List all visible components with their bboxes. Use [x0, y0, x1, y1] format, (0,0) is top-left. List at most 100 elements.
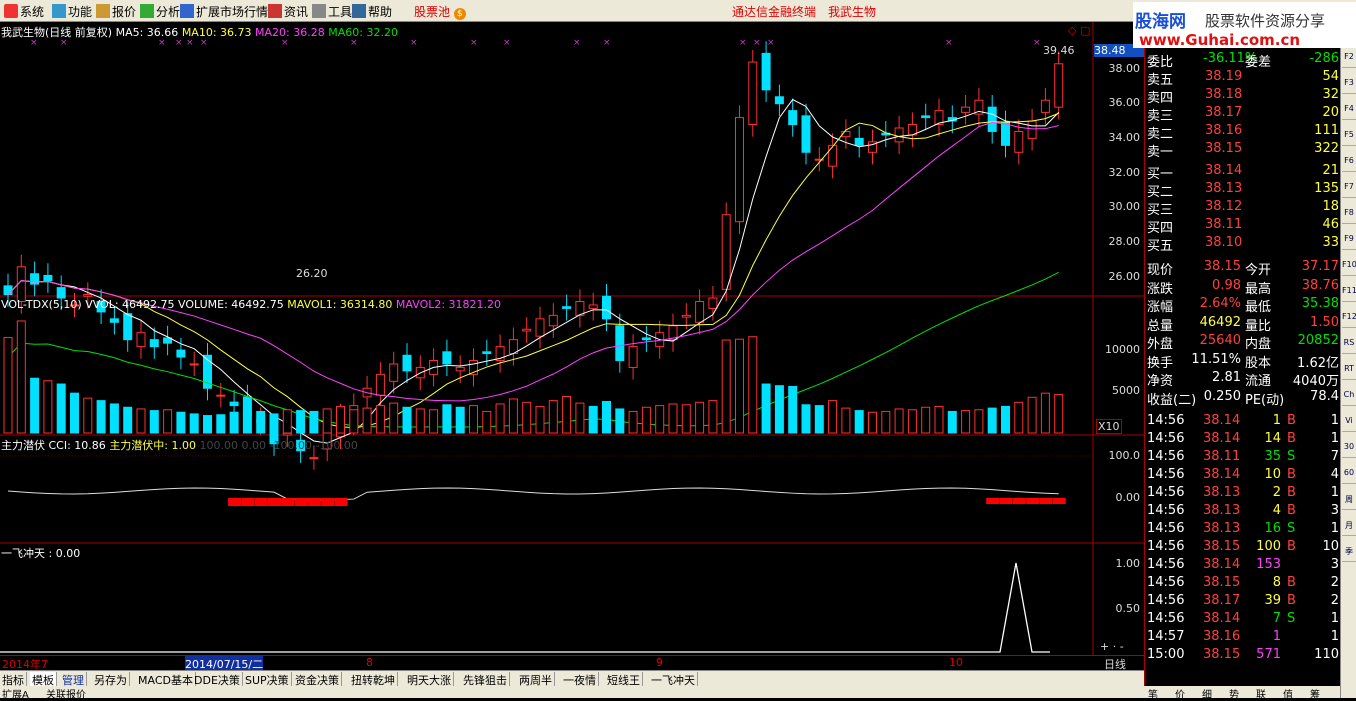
zoom-controls[interactable]: + · - — [1100, 640, 1124, 653]
side-tool-12[interactable]: RS — [1342, 338, 1356, 354]
quote-row[interactable]: 外盘 25640 内盘 20852 — [1145, 332, 1341, 352]
candle-body — [309, 457, 319, 460]
side-tool-16[interactable]: 30 — [1342, 442, 1356, 458]
volume-bar — [894, 408, 904, 434]
volume-bar — [695, 401, 705, 434]
low-price-label: 26.20 — [296, 267, 328, 280]
tick-row[interactable]: 14:56 38.14 7 S 1 — [1145, 610, 1341, 628]
quote-row[interactable]: 总量 46492 量比 1.50 — [1145, 314, 1341, 334]
volume-bar — [774, 385, 784, 434]
analysis-icon — [140, 4, 154, 18]
tick-row[interactable]: 14:56 38.14 10 B 4 — [1145, 466, 1341, 484]
side-tool-1[interactable]: F2 — [1342, 52, 1356, 68]
cci-red-bar — [307, 498, 321, 506]
side-tool-6[interactable]: F7 — [1342, 182, 1356, 198]
side-tool-11[interactable]: F12 — [1342, 312, 1356, 328]
quote-row[interactable]: 涨跌 0.98 最高 38.76 — [1145, 277, 1341, 297]
volume-bar — [788, 386, 798, 434]
ext-a-tab[interactable]: 扩展A — [2, 686, 29, 701]
side-tool-8[interactable]: F9 — [1342, 234, 1356, 250]
side-tool-18[interactable]: 周 — [1342, 494, 1356, 510]
volume-bar — [495, 403, 505, 434]
tick-row[interactable]: 14:56 38.11 35 S 7 — [1145, 448, 1341, 466]
quote-tab[interactable]: 笔 — [1148, 686, 1158, 701]
tick-row[interactable]: 15:00 38.15 571 110 — [1145, 646, 1341, 664]
menu-quote[interactable]: 报价 — [96, 3, 136, 20]
menu-analysis[interactable]: 分析 — [140, 3, 180, 20]
menu-tools[interactable]: 工具 — [312, 3, 352, 20]
volume-bar — [987, 407, 997, 434]
bid-volume: 21 — [1322, 163, 1339, 178]
chart-canvas[interactable]: × × × × × × × × × × × × × × × × × × — [0, 22, 1144, 655]
menu-news[interactable]: 资讯 — [268, 3, 308, 20]
volume-bars — [3, 320, 1064, 434]
tick-row[interactable]: 14:56 38.17 39 B 2 — [1145, 592, 1341, 610]
menu-help[interactable]: 帮助 — [352, 3, 392, 20]
y-tick-30: 30.00 — [1108, 200, 1141, 213]
side-tool-9[interactable]: F10 — [1342, 260, 1356, 276]
quote-row[interactable]: 现价 38.15 今开 37.17 — [1145, 258, 1341, 278]
side-tool-3[interactable]: F4 — [1342, 104, 1356, 120]
candle-body — [748, 61, 758, 126]
candle-body — [681, 314, 691, 318]
signal-marker: × — [945, 38, 953, 48]
tick-row[interactable]: 14:56 38.14 1 B 1 — [1145, 412, 1341, 430]
chart-options-icon[interactable]: ◇ ▢ — [1068, 24, 1090, 37]
ask-row[interactable]: 卖二 38.16 111 — [1145, 122, 1341, 142]
tick-row[interactable]: 14:56 38.13 2 B 1 — [1145, 484, 1341, 502]
menu-stock-pool[interactable]: 股票池 $ — [414, 3, 466, 20]
menu-system[interactable]: 系统 — [4, 3, 44, 20]
side-tool-20[interactable]: 季 — [1342, 546, 1356, 562]
quote-row[interactable]: 涨幅 2.64% 最低 35.38 — [1145, 295, 1341, 315]
tick-row[interactable]: 14:57 38.16 1 1 — [1145, 628, 1341, 646]
bid-row[interactable]: 买四 38.11 46 — [1145, 216, 1341, 236]
bid-row[interactable]: 买二 38.13 135 — [1145, 180, 1341, 200]
side-tool-15[interactable]: Vi — [1342, 416, 1356, 432]
related-quote-button[interactable]: 关联报价 — [46, 686, 86, 701]
side-tool-13[interactable]: RT — [1342, 364, 1356, 380]
quote-tab[interactable]: 值 — [1283, 686, 1293, 701]
ask-row[interactable]: 卖四 38.18 32 — [1145, 86, 1341, 106]
quote-row[interactable]: 换手 11.51% 股本 1.62亿 — [1145, 351, 1341, 371]
tick-row[interactable]: 14:56 38.15 8 B 2 — [1145, 574, 1341, 592]
candle-body — [788, 110, 798, 126]
candle-body — [56, 287, 66, 299]
tick-row[interactable]: 14:56 38.13 16 S 1 — [1145, 520, 1341, 538]
volume-bar — [668, 403, 678, 434]
quote-row[interactable]: 净资 2.81 流通 4040万 — [1145, 369, 1341, 389]
menu-extended-market[interactable]: 扩展市场行情 — [180, 3, 268, 20]
side-tool-17[interactable]: 60 — [1342, 468, 1356, 484]
quote-tab[interactable]: 价 — [1175, 686, 1185, 701]
volume-bar — [30, 377, 40, 434]
bid-row[interactable]: 买一 38.14 21 — [1145, 162, 1341, 182]
volume-bar — [748, 336, 758, 434]
side-tool-10[interactable]: F11 — [1342, 286, 1356, 302]
tick-row[interactable]: 14:56 38.13 4 B 3 — [1145, 502, 1341, 520]
quote-tab[interactable]: 筹 — [1310, 686, 1320, 701]
side-toolbar: F1F2F3F4F5F6F7F8F9F10F11F12RSRTChVi3060周… — [1340, 22, 1356, 698]
menu-function[interactable]: 功能 — [52, 3, 92, 20]
quote-tab[interactable]: 势 — [1229, 686, 1239, 701]
tick-row[interactable]: 14:56 38.14 14 B 1 — [1145, 430, 1341, 448]
ask-row[interactable]: 卖五 38.19 54 — [1145, 68, 1341, 88]
bid-row[interactable]: 买三 38.12 18 — [1145, 198, 1341, 218]
tick-row[interactable]: 14:56 38.14 153 3 — [1145, 556, 1341, 574]
side-tool-7[interactable]: F8 — [1342, 208, 1356, 224]
side-tool-2[interactable]: F3 — [1342, 78, 1356, 94]
quote-tab[interactable]: 联 — [1256, 686, 1266, 701]
ask-row[interactable]: 卖一 38.15 322 — [1145, 140, 1341, 160]
bid-row[interactable]: 买五 38.10 33 — [1145, 234, 1341, 254]
quote-value-2: 78.4 — [1310, 388, 1339, 404]
quote-row[interactable]: 收益(二) 0.250 PE(动) 78.4 — [1145, 388, 1341, 408]
quote-tab[interactable]: 细 — [1202, 686, 1212, 701]
side-tool-14[interactable]: Ch — [1342, 390, 1356, 406]
side-tool-19[interactable]: 月 — [1342, 520, 1356, 536]
ask-row[interactable]: 卖三 38.17 20 — [1145, 104, 1341, 124]
quote-label: 收益(二) — [1147, 392, 1197, 408]
side-tool-5[interactable]: F6 — [1342, 156, 1356, 172]
tick-row[interactable]: 14:56 38.15 100 B 10 — [1145, 538, 1341, 556]
tick-side: B — [1287, 413, 1296, 428]
candle-body — [801, 115, 811, 153]
side-tool-4[interactable]: F5 — [1342, 130, 1356, 146]
chart-area[interactable]: × × × × × × × × × × × × × × × × × × 我武生物(日线 前复权) MA5: 36.… — [0, 22, 1144, 655]
